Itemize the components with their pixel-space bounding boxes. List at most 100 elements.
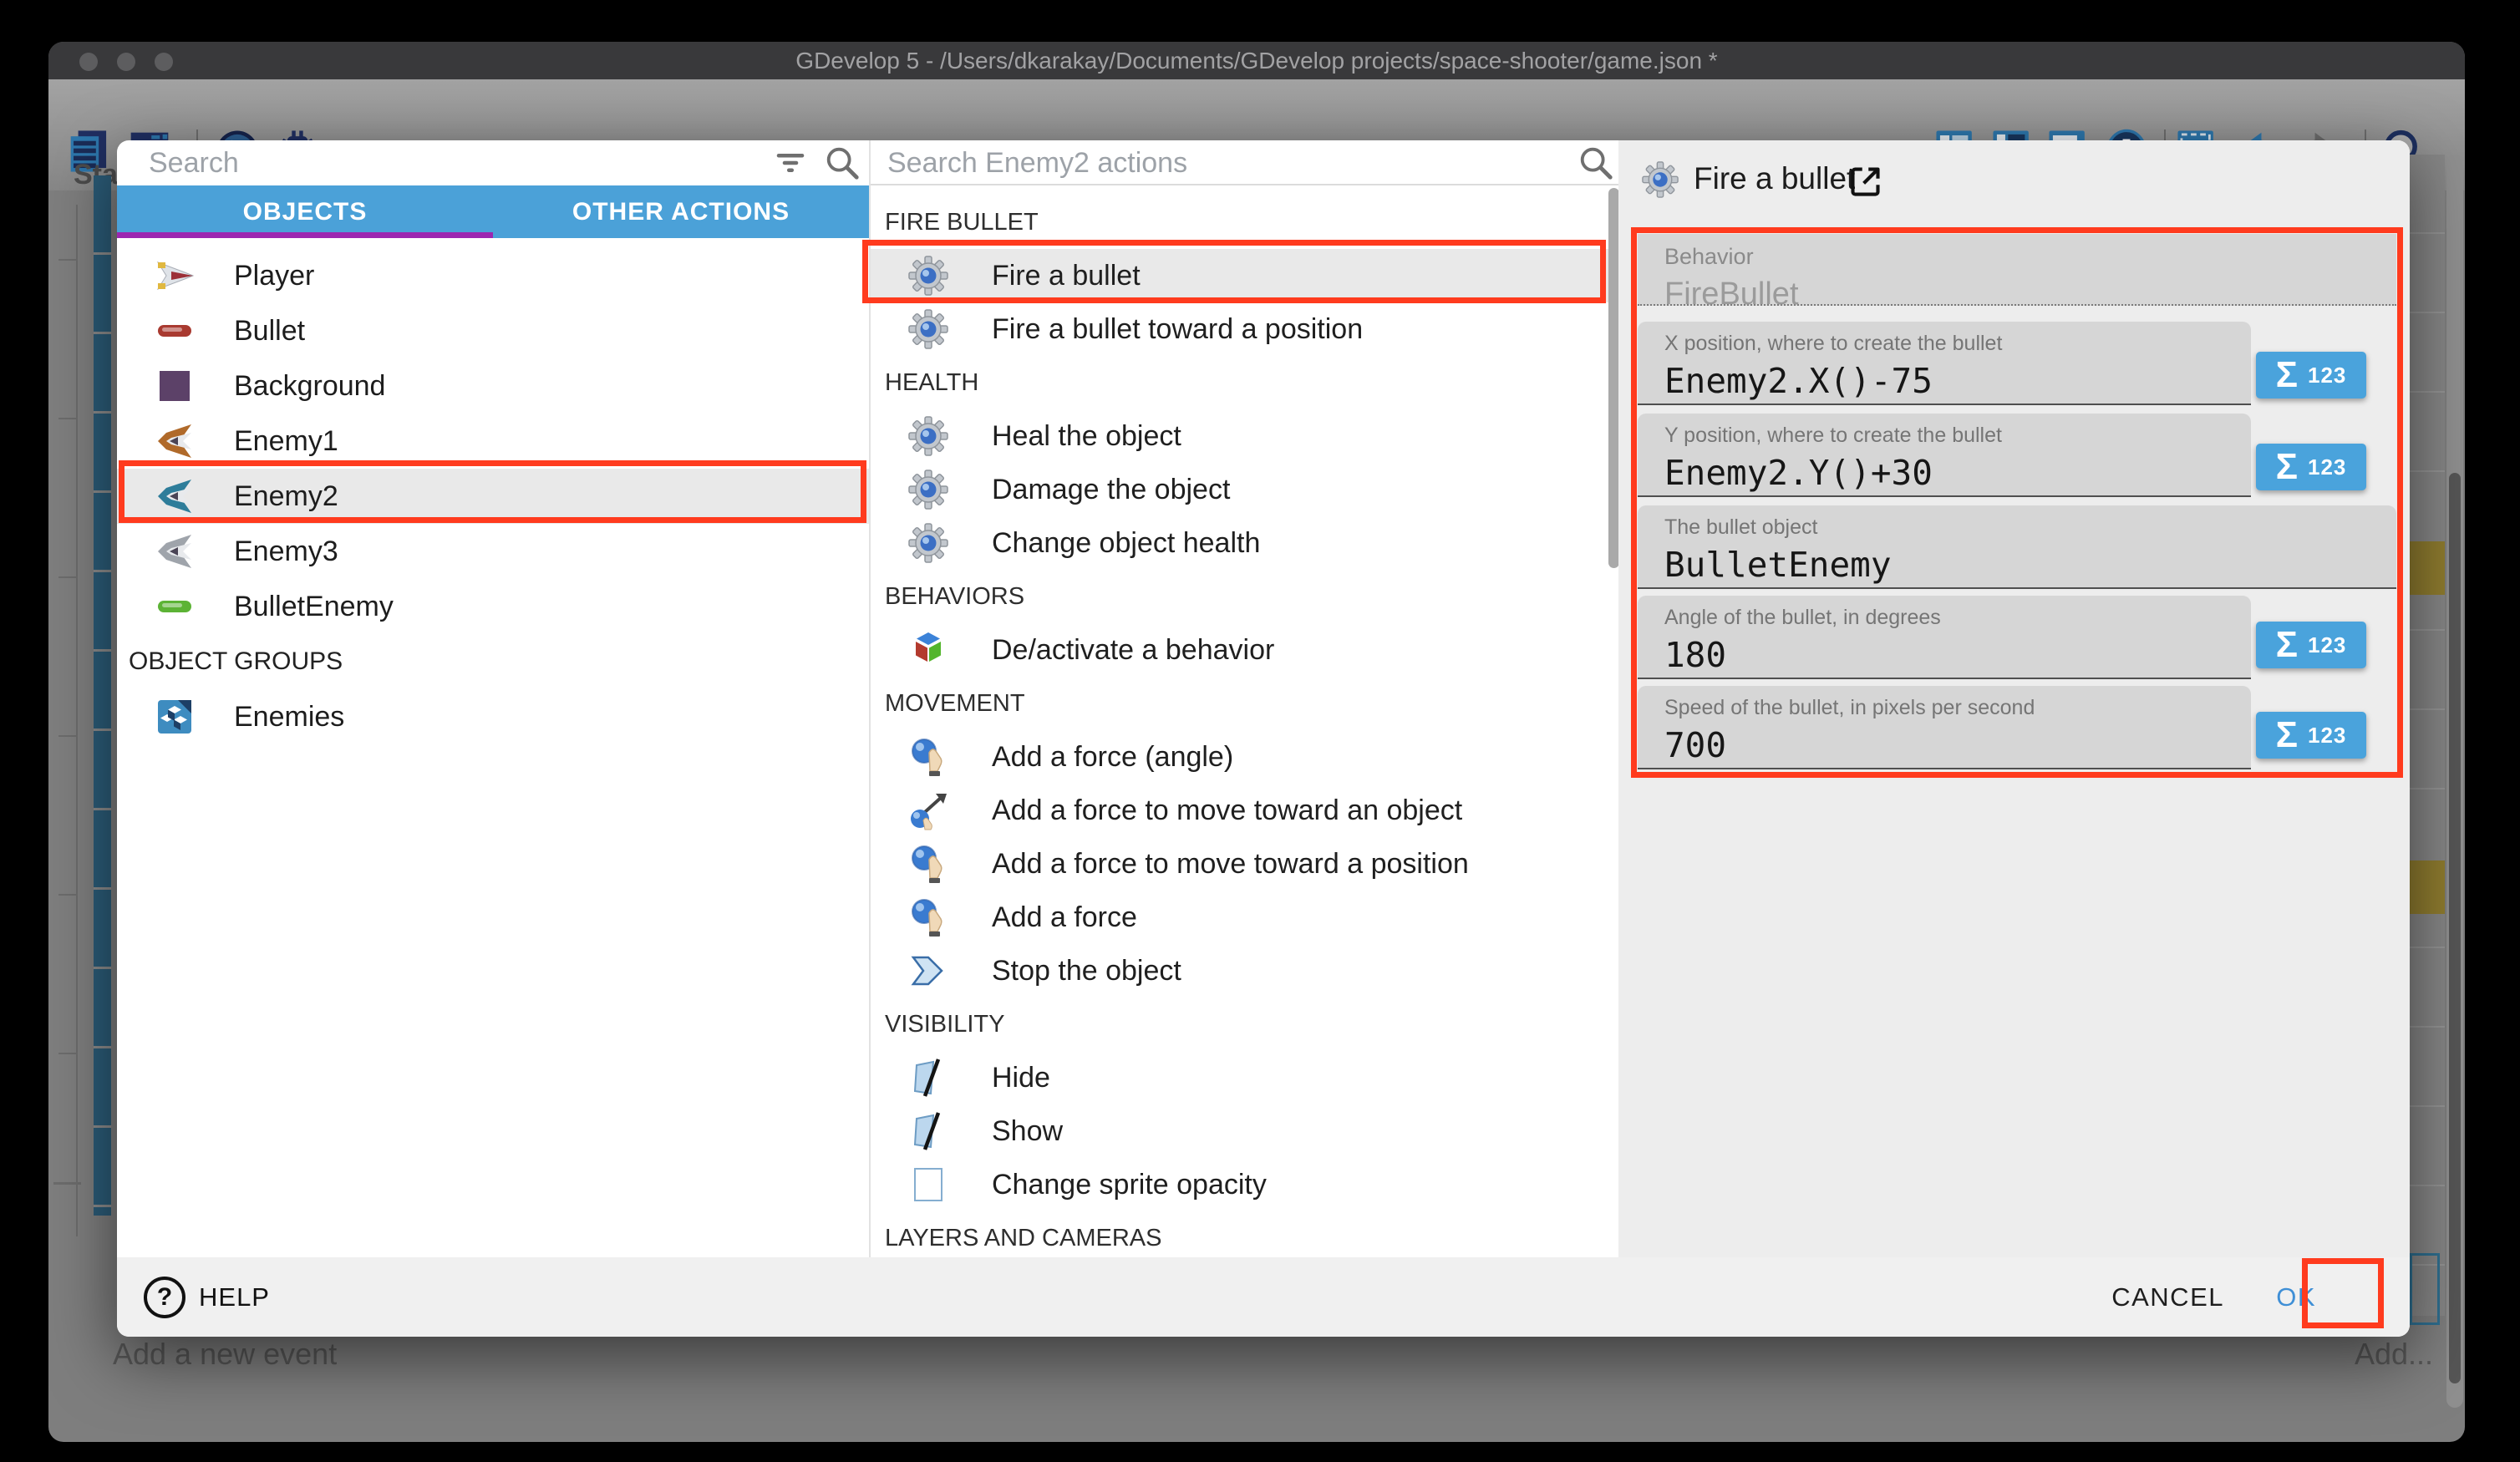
tab-other-actions[interactable]: OTHER ACTIONS: [493, 185, 869, 238]
params-title: Fire a bullet: [1694, 161, 1855, 196]
action-editor-dialog: OBJECTS OTHER ACTIONS Player Bullet: [117, 140, 2410, 1337]
speed-expression-button[interactable]: Σ 123: [2256, 712, 2366, 759]
action-label: Add a force to move toward a position: [992, 848, 1469, 881]
angle-label: Angle of the bullet, in degrees: [1664, 606, 2251, 630]
search-icon[interactable]: [823, 144, 861, 182]
events-tree-tick: [58, 576, 76, 578]
actions-panel: FIRE BULLET Fire a bullet Fire a bullet …: [869, 140, 1620, 1257]
gear-action-icon: [1642, 161, 1679, 198]
enemies-group-icon: [155, 697, 195, 737]
tab-objects[interactable]: OBJECTS: [117, 185, 493, 238]
action-row-stop-object[interactable]: Stop the object: [871, 944, 1620, 998]
object-row-bulletenemy[interactable]: BulletEnemy: [117, 579, 869, 634]
bullet-object-field[interactable]: The bullet object BulletEnemy: [1638, 505, 2396, 589]
add-new-event-button[interactable]: Add a new event: [113, 1337, 337, 1372]
action-row-change-object-health[interactable]: Change object health: [871, 516, 1620, 570]
tab-other-actions-label: OTHER ACTIONS: [572, 198, 790, 226]
action-row-add-force-angle[interactable]: Add a force (angle): [871, 730, 1620, 784]
angle-value: 180: [1664, 635, 2251, 675]
action-label: Add a force (angle): [992, 741, 1233, 774]
section-header-movement: MOVEMENT: [871, 677, 1620, 730]
sigma-icon: Σ: [2276, 357, 2298, 393]
y-position-field[interactable]: Y position, where to create the bullet E…: [1638, 414, 2251, 497]
action-row-heal-object[interactable]: Heal the object: [871, 409, 1620, 463]
events-tree-tick: [58, 259, 76, 261]
visibility-icon: [908, 1058, 948, 1098]
behavior-field: Behavior FireBullet: [1638, 234, 2396, 306]
action-label: Stop the object: [992, 955, 1181, 987]
speed-value: 700: [1664, 725, 2251, 765]
group-row-enemies[interactable]: Enemies: [117, 689, 869, 744]
angle-expression-button[interactable]: Σ 123: [2256, 622, 2366, 668]
section-header-fire-bullet: FIRE BULLET: [871, 195, 1620, 249]
gear-action-icon: [908, 309, 948, 349]
events-scrollbar-thumb[interactable]: [2449, 473, 2461, 1383]
action-label: Fire a bullet: [992, 260, 1141, 292]
actions-search-input[interactable]: [871, 140, 1620, 185]
search-icon[interactable]: [1577, 144, 1615, 182]
section-header-health: HEALTH: [871, 356, 1620, 409]
action-row-add-force-toward-object[interactable]: Add a force to move toward an object: [871, 784, 1620, 837]
speed-field[interactable]: Speed of the bullet, in pixels per secon…: [1638, 686, 2251, 769]
action-row-damage-object[interactable]: Damage the object: [871, 463, 1620, 516]
action-label: Add a force to move toward an object: [992, 794, 1462, 827]
object-row-enemy2-selected[interactable]: Enemy2: [117, 469, 869, 524]
events-condition-column: [94, 175, 111, 1216]
ok-button[interactable]: OK: [2276, 1282, 2316, 1312]
group-label: Enemies: [234, 701, 344, 734]
add-action-link[interactable]: Add...: [2355, 1337, 2433, 1372]
filter-icon[interactable]: [773, 145, 808, 180]
help-label: HELP: [199, 1282, 270, 1312]
section-header-layers-cameras: LAYERS AND CAMERAS: [871, 1211, 1620, 1257]
titlebar: GDevelop 5 - /Users/dkarakay/Documents/G…: [48, 42, 2465, 79]
action-row-fire-toward-position[interactable]: Fire a bullet toward a position: [871, 302, 1620, 356]
object-label: Enemy3: [234, 536, 338, 568]
action-row-hide[interactable]: Hide: [871, 1051, 1620, 1104]
bullet-object-icon: [155, 311, 195, 351]
expression-123-label: 123: [2308, 632, 2346, 658]
object-label: Background: [234, 370, 385, 403]
params-panel: Fire a bullet Behavior FireBullet X posi…: [1618, 140, 2410, 1257]
x-position-field[interactable]: X position, where to create the bullet E…: [1638, 322, 2251, 405]
events-tree-tick: [58, 418, 76, 419]
action-label: Heal the object: [992, 420, 1181, 453]
object-search-row: [117, 140, 869, 185]
expression-123-label: 123: [2308, 723, 2346, 749]
object-label: Player: [234, 260, 314, 292]
object-row-enemy3[interactable]: Enemy3: [117, 524, 869, 579]
expression-123-label: 123: [2308, 363, 2346, 388]
events-action-column: [2410, 155, 2445, 1316]
object-row-bullet[interactable]: Bullet: [117, 303, 869, 358]
object-row-player[interactable]: Player: [117, 248, 869, 303]
action-row-fire-a-bullet-selected[interactable]: Fire a bullet: [871, 249, 1620, 302]
action-row-show[interactable]: Show: [871, 1104, 1620, 1158]
bullet-object-label: The bullet object: [1664, 515, 2396, 540]
action-label: Damage the object: [992, 474, 1230, 506]
object-row-background[interactable]: Background: [117, 358, 869, 414]
action-row-add-force[interactable]: Add a force: [871, 891, 1620, 944]
object-panel: OBJECTS OTHER ACTIONS Player Bullet: [117, 140, 869, 1257]
stop-icon: [908, 951, 948, 991]
action-row-deactivate-behavior[interactable]: De/activate a behavior: [871, 623, 1620, 677]
events-selected-action-block: [2410, 541, 2445, 595]
visibility-icon: [908, 1111, 948, 1151]
actions-list: FIRE BULLET Fire a bullet Fire a bullet …: [871, 184, 1620, 1257]
behavior-field-value: FireBullet: [1664, 277, 2396, 312]
object-row-enemy1[interactable]: Enemy1: [117, 414, 869, 469]
action-label: De/activate a behavior: [992, 634, 1274, 667]
events-tree-tick: [58, 894, 76, 896]
object-label: BulletEnemy: [234, 591, 394, 623]
force-toward-object-icon: [908, 790, 948, 830]
action-row-add-force-toward-position[interactable]: Add a force to move toward a position: [871, 837, 1620, 891]
events-tree-tick: [58, 1053, 76, 1054]
cancel-button[interactable]: CANCEL: [2111, 1282, 2224, 1312]
object-search-input[interactable]: [117, 140, 869, 185]
open-in-new-icon[interactable]: [1847, 163, 1884, 201]
angle-field[interactable]: Angle of the bullet, in degrees 180: [1638, 596, 2251, 679]
action-row-change-sprite-opacity[interactable]: Change sprite opacity: [871, 1158, 1620, 1211]
help-button[interactable]: ? HELP: [144, 1277, 270, 1318]
y-expression-button[interactable]: Σ 123: [2256, 444, 2366, 490]
object-panel-tabs: OBJECTS OTHER ACTIONS: [117, 185, 869, 238]
events-selected-action-block: [2410, 860, 2445, 914]
x-expression-button[interactable]: Σ 123: [2256, 352, 2366, 398]
